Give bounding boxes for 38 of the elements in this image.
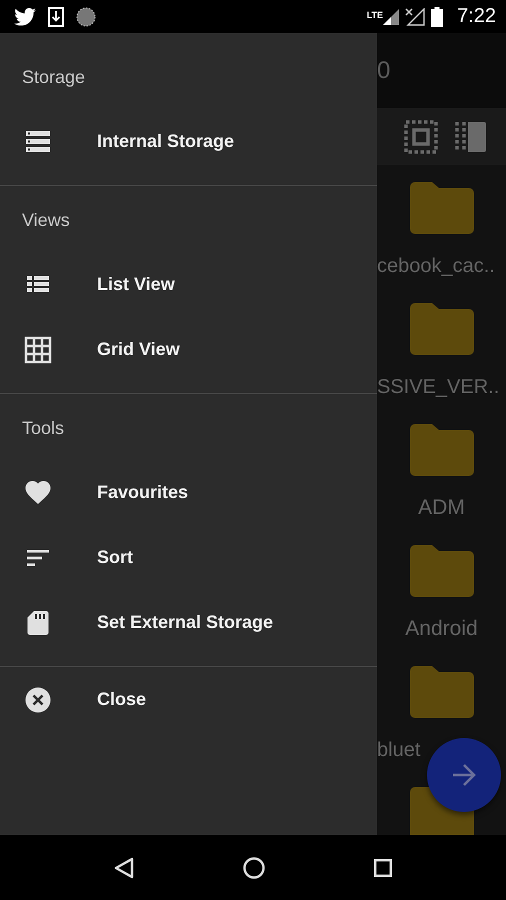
drawer-item[interactable]: Set External Storage <box>0 590 377 655</box>
folder-name: ADM <box>418 496 465 520</box>
toolbar-title: 0 <box>377 56 390 84</box>
heart-icon <box>24 478 52 506</box>
drawer-item[interactable]: List View <box>0 252 377 317</box>
folder-icon[interactable] <box>410 182 474 234</box>
download-icon <box>48 6 64 26</box>
select-panel-icon[interactable] <box>454 120 488 154</box>
close-icon <box>24 686 52 714</box>
drawer-item[interactable]: Favourites <box>0 460 377 525</box>
section-header: Views <box>21 209 71 232</box>
drawer-item[interactable]: Sort <box>0 525 377 590</box>
section-header: Tools <box>21 417 66 440</box>
folder-icon[interactable] <box>410 666 474 718</box>
folder-icon[interactable] <box>410 424 474 476</box>
back-icon[interactable] <box>114 856 134 878</box>
select-all-icon[interactable] <box>404 120 438 154</box>
no-signal-icon <box>405 8 426 26</box>
arrow-icon <box>451 763 477 787</box>
drawer-item[interactable]: Internal Storage <box>0 109 377 174</box>
drawer-item[interactable]: Grid View <box>0 317 377 382</box>
folder-name: bluet <box>377 738 420 762</box>
folder-icon[interactable] <box>410 303 474 355</box>
folder-name: cebook_cac.. <box>377 254 495 278</box>
network-label: LTE <box>366 10 384 20</box>
signal-icon <box>383 8 400 24</box>
recents-icon[interactable] <box>374 858 392 876</box>
folder-name: SSIVE_VER.. <box>377 375 500 399</box>
clock: 7:22 <box>457 5 496 28</box>
folder-name: Android <box>405 617 478 641</box>
section-header: Storage <box>21 66 86 89</box>
circle-icon <box>76 6 96 26</box>
drawer-item[interactable]: Close <box>0 667 377 732</box>
folder-icon[interactable] <box>410 545 474 597</box>
grid-icon <box>24 336 52 364</box>
battery-icon <box>431 6 444 26</box>
bird-icon <box>14 8 36 26</box>
home-icon[interactable] <box>242 856 265 878</box>
